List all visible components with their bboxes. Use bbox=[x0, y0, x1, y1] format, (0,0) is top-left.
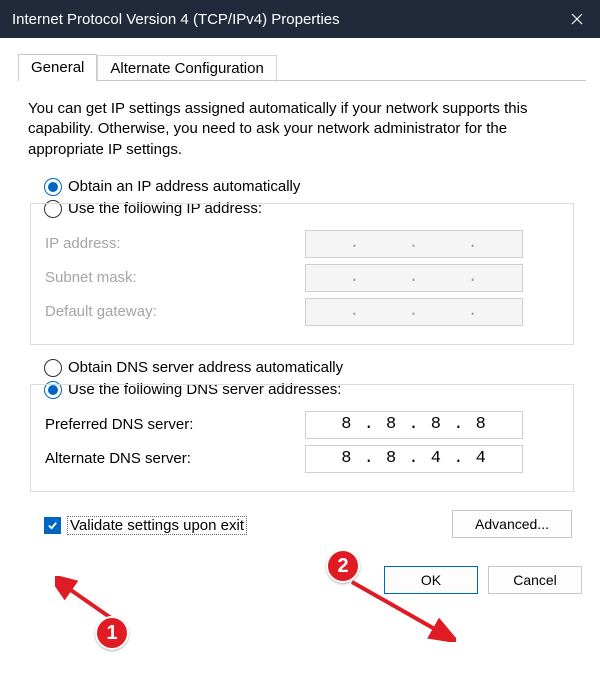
radio-ip-auto[interactable]: Obtain an IP address automatically bbox=[44, 178, 578, 196]
radio-icon bbox=[44, 359, 62, 377]
row-alternate-dns: Alternate DNS server: 8 . 8 . 4 . 4 bbox=[45, 445, 559, 473]
preferred-dns-input[interactable]: 8 . 8 . 8 . 8 bbox=[305, 411, 523, 439]
preferred-dns-label: Preferred DNS server: bbox=[45, 416, 305, 433]
subnet-mask-input: ... bbox=[305, 264, 523, 292]
radio-label: Obtain an IP address automatically bbox=[68, 178, 300, 195]
tab-alternate[interactable]: Alternate Configuration bbox=[97, 55, 276, 82]
alternate-dns-label: Alternate DNS server: bbox=[45, 450, 305, 467]
tabstrip: General Alternate Configuration bbox=[18, 50, 586, 81]
row-preferred-dns: Preferred DNS server: 8 . 8 . 8 . 8 bbox=[45, 411, 559, 439]
groupbox-ip: IP address: ... Subnet mask: ... Default… bbox=[30, 203, 574, 345]
radio-label: Obtain DNS server address automatically bbox=[68, 359, 343, 376]
dialog-body: General Alternate Configuration You can … bbox=[0, 38, 600, 550]
validate-checkbox[interactable]: Validate settings upon exit bbox=[44, 516, 247, 535]
cancel-button[interactable]: Cancel bbox=[488, 566, 582, 594]
ip-address-input: ... bbox=[305, 230, 523, 258]
annotation-badge-1: 1 bbox=[95, 616, 129, 650]
subnet-mask-label: Subnet mask: bbox=[45, 269, 305, 286]
titlebar: Internet Protocol Version 4 (TCP/IPv4) P… bbox=[0, 0, 600, 38]
tab-general[interactable]: General bbox=[18, 54, 97, 81]
close-icon bbox=[571, 13, 583, 25]
validate-label: Validate settings upon exit bbox=[67, 516, 247, 535]
row-default-gateway: Default gateway: ... bbox=[45, 298, 559, 326]
annotation-arrow-2 bbox=[346, 576, 456, 642]
alternate-dns-input[interactable]: 8 . 8 . 4 . 4 bbox=[305, 445, 523, 473]
annotation-badge-2: 2 bbox=[326, 549, 360, 583]
window-title: Internet Protocol Version 4 (TCP/IPv4) P… bbox=[12, 11, 554, 28]
radio-dns-auto[interactable]: Obtain DNS server address automatically bbox=[44, 359, 578, 377]
groupbox-dns: Preferred DNS server: 8 . 8 . 8 . 8 Alte… bbox=[30, 384, 574, 492]
tab-panel-general: You can get IP settings assigned automat… bbox=[18, 81, 586, 542]
default-gateway-label: Default gateway: bbox=[45, 303, 305, 320]
advanced-button[interactable]: Advanced... bbox=[452, 510, 572, 538]
row-ip-address: IP address: ... bbox=[45, 230, 559, 258]
checkbox-icon bbox=[44, 517, 61, 534]
row-subnet-mask: Subnet mask: ... bbox=[45, 264, 559, 292]
close-button[interactable] bbox=[554, 0, 600, 38]
description-text: You can get IP settings assigned automat… bbox=[28, 99, 576, 160]
radio-icon bbox=[44, 178, 62, 196]
default-gateway-input: ... bbox=[305, 298, 523, 326]
ip-address-label: IP address: bbox=[45, 235, 305, 252]
